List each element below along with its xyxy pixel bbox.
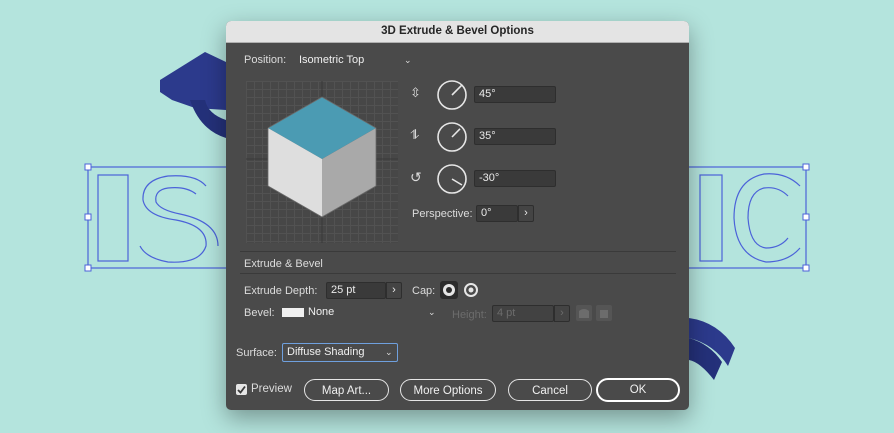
position-dropdown[interactable]: Isometric Top ⌄: [294, 52, 418, 69]
rotation-track-cube-area[interactable]: [246, 81, 398, 243]
navy-extrusion-top-left: [160, 52, 226, 138]
bevel-label: Bevel:: [244, 307, 275, 319]
z-rotation-dial[interactable]: [436, 163, 468, 195]
preview-label[interactable]: Preview: [251, 383, 292, 395]
position-value: Isometric Top: [299, 54, 365, 66]
chevron-down-icon: ⌄: [404, 55, 412, 65]
bevel-value: None: [308, 306, 335, 318]
preview-checkbox[interactable]: [236, 384, 247, 395]
bevel-dropdown[interactable]: None ⌄: [280, 305, 440, 321]
map-art-button[interactable]: Map Art...: [304, 379, 389, 401]
perspective-field[interactable]: 0°: [476, 205, 518, 222]
perspective-slider-button[interactable]: ›: [518, 205, 534, 222]
more-options-button[interactable]: More Options: [400, 379, 496, 401]
extrude-depth-label: Extrude Depth:: [244, 285, 318, 297]
rotate-y-axis-icon: ⥮: [410, 127, 420, 142]
bevel-height-label: Height:: [452, 309, 487, 321]
y-rotation-dial[interactable]: [436, 121, 468, 153]
cap-label: Cap:: [412, 285, 436, 297]
extrude-bevel-dialog: 3D Extrude & Bevel Options Position: Iso…: [226, 21, 689, 410]
bevel-swatch: [282, 308, 304, 317]
section-divider: [240, 273, 676, 274]
dialog-title: 3D Extrude & Bevel Options: [226, 21, 689, 43]
extrude-depth-field[interactable]: 25 pt: [326, 282, 386, 299]
perspective-label: Perspective:: [412, 208, 473, 220]
z-rotation-field[interactable]: -30°: [474, 170, 556, 187]
ok-button[interactable]: OK: [596, 378, 680, 402]
isometric-cube-preview[interactable]: [246, 81, 398, 243]
bevel-height-field[interactable]: 4 pt: [492, 305, 554, 322]
bevel-height-slider-button[interactable]: ›: [554, 305, 570, 322]
cap-on-icon: [443, 284, 455, 296]
extrude-depth-slider-button[interactable]: ›: [386, 282, 402, 299]
cap-off-button[interactable]: [462, 281, 480, 299]
extrude-bevel-heading: Extrude & Bevel: [244, 258, 323, 270]
surface-dropdown[interactable]: Diffuse Shading ⌄: [282, 343, 398, 362]
position-label: Position:: [244, 54, 287, 66]
bevel-in-icon: [579, 309, 589, 318]
rotate-z-axis-icon: ↺: [410, 169, 422, 185]
surface-label: Surface:: [236, 347, 277, 359]
navy-extrusion-bottom-right: [689, 318, 735, 380]
y-rotation-field[interactable]: 35°: [474, 128, 556, 145]
bevel-extent-in-button[interactable]: [576, 305, 592, 321]
cancel-button[interactable]: Cancel: [508, 379, 592, 401]
cap-off-icon: [464, 283, 478, 297]
x-rotation-field[interactable]: 45°: [474, 86, 556, 103]
x-rotation-dial[interactable]: [436, 79, 468, 111]
checkmark-icon: [237, 385, 246, 394]
rotate-x-axis-icon: ⇳: [410, 85, 421, 100]
chevron-down-icon: ⌄: [385, 347, 393, 357]
bevel-extent-out-button[interactable]: [596, 305, 612, 321]
cap-on-button[interactable]: [440, 281, 458, 299]
surface-value: Diffuse Shading: [287, 346, 365, 358]
chevron-down-icon: ⌄: [428, 307, 436, 317]
section-divider: [240, 251, 676, 252]
bevel-out-icon: [600, 310, 608, 318]
